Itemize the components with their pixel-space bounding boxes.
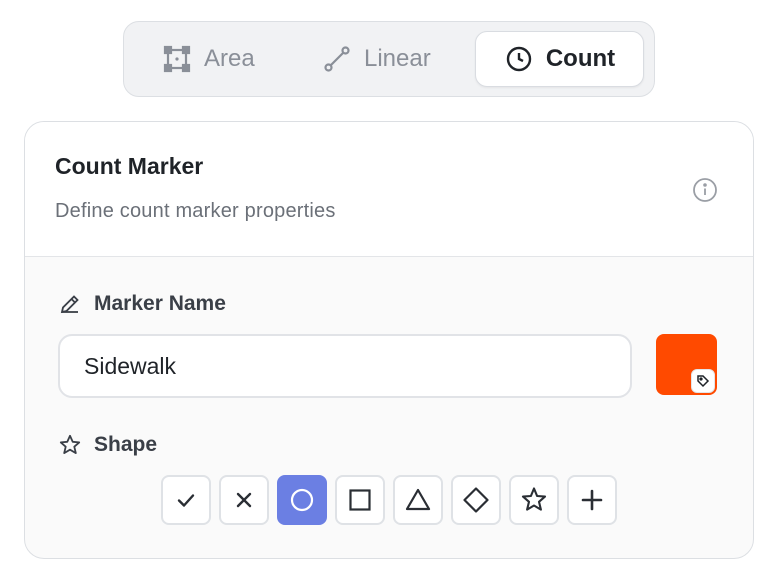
star-icon (521, 487, 547, 511)
mode-tabs: Area Linear Count (123, 21, 655, 97)
shape-option-diamond[interactable] (451, 475, 501, 525)
shape-label-row: Shape (58, 433, 157, 457)
plus-icon (581, 489, 603, 511)
star-outline-icon (59, 434, 81, 455)
tab-linear-label: Linear (364, 45, 431, 72)
pencil-icon (60, 295, 79, 314)
marker-name-label-row: Marker Name (58, 292, 226, 316)
check-icon (177, 494, 195, 507)
shape-option-star[interactable] (509, 475, 559, 525)
card-title: Count Marker (55, 153, 204, 179)
marker-name-label: Marker Name (94, 292, 226, 315)
card-header: Count Marker Define count marker propert… (25, 122, 753, 257)
tab-area[interactable]: Area (162, 31, 255, 87)
tab-linear[interactable]: Linear (322, 31, 431, 87)
card-subtitle: Define count marker properties (55, 200, 336, 222)
paint-tag-icon (697, 375, 710, 388)
shape-option-circle[interactable] (277, 475, 327, 525)
triangle-icon (405, 488, 431, 511)
shape-option-plus[interactable] (567, 475, 617, 525)
color-picker-badge[interactable] (691, 369, 715, 393)
shape-label: Shape (94, 433, 158, 456)
count-marker-card: Count Marker Define count marker propert… (24, 121, 754, 559)
tab-count-label: Count (545, 45, 616, 72)
tab-area-label: Area (204, 45, 255, 72)
linear-icon (324, 46, 350, 72)
diamond-icon (463, 487, 489, 513)
shape-option-square[interactable] (335, 475, 385, 525)
marker-name-input[interactable] (58, 334, 632, 398)
marker-color-swatch[interactable] (656, 334, 717, 395)
shape-options (161, 475, 617, 525)
cross-icon (236, 492, 252, 508)
shape-option-check[interactable] (161, 475, 211, 525)
info-icon[interactable] (691, 176, 719, 204)
shape-option-triangle[interactable] (393, 475, 443, 525)
shape-option-cross[interactable] (219, 475, 269, 525)
circle-icon (290, 488, 314, 512)
square-icon (349, 489, 371, 511)
tab-count[interactable]: Count (475, 31, 644, 87)
area-icon (163, 45, 191, 73)
clock-icon (506, 46, 532, 72)
